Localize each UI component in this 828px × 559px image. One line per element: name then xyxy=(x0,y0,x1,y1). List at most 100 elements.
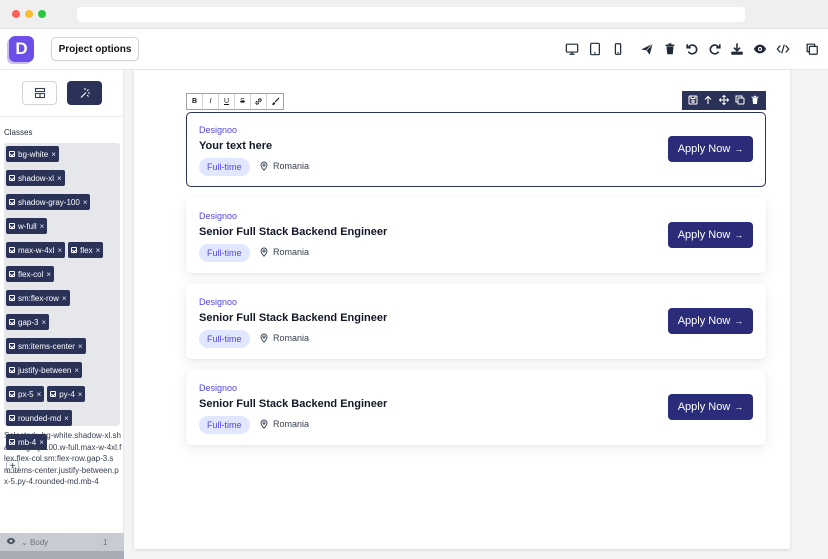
class-chip[interactable]: justify-between × xyxy=(6,362,83,378)
apply-now-button[interactable]: Apply Now → xyxy=(668,136,753,162)
bold-button[interactable]: B xyxy=(187,94,203,109)
chip-checkbox-icon[interactable] xyxy=(71,247,78,253)
location: Romania xyxy=(259,419,309,429)
apply-now-button[interactable]: Apply Now → xyxy=(668,394,753,420)
job-title[interactable]: Your text here xyxy=(199,140,272,152)
class-chip[interactable]: w-full × xyxy=(6,218,48,234)
class-chip[interactable]: sm:items-center × xyxy=(6,338,86,354)
apply-now-button[interactable]: Apply Now → xyxy=(668,222,753,248)
chip-checkbox-icon[interactable] xyxy=(50,391,57,397)
chip-checkbox-icon[interactable] xyxy=(9,247,15,253)
class-chip[interactable]: bg-white × xyxy=(6,146,59,162)
chip-checkbox-icon[interactable] xyxy=(9,271,15,277)
remove-chip-icon[interactable]: × xyxy=(51,150,56,159)
chip-label: flex xyxy=(80,245,93,255)
job-card[interactable]: Designoo Senior Full Stack Backend Engine… xyxy=(186,284,766,359)
underline-button[interactable]: U xyxy=(219,94,235,109)
chip-label: w-full xyxy=(18,221,37,231)
arrow-up-icon[interactable] xyxy=(703,92,713,110)
layout-tab[interactable] xyxy=(22,81,57,105)
chip-checkbox-icon[interactable] xyxy=(9,319,15,325)
send-icon[interactable] xyxy=(639,41,655,57)
remove-chip-icon[interactable]: × xyxy=(78,342,83,351)
caret-down-icon[interactable]: ⌄ xyxy=(21,538,28,547)
download-icon[interactable] xyxy=(729,41,745,57)
remove-chip-icon[interactable]: × xyxy=(83,198,88,207)
class-chip[interactable]: px-5 × xyxy=(6,386,45,402)
move-icon[interactable] xyxy=(718,92,730,110)
layer-name: Body xyxy=(29,538,49,547)
layer-row-body[interactable]: ⌄ Body 1 xyxy=(0,533,124,551)
minimize-window-dot[interactable] xyxy=(25,10,33,18)
remove-chip-icon[interactable]: × xyxy=(40,222,45,231)
chip-label: shadow-gray-100 xyxy=(18,197,80,207)
trash-icon[interactable] xyxy=(662,41,678,57)
chip-label: sm:items-center xyxy=(18,341,75,351)
location: Romania xyxy=(259,161,309,171)
save-icon[interactable] xyxy=(688,92,698,110)
clone-icon[interactable] xyxy=(735,92,745,110)
code-icon[interactable] xyxy=(775,41,791,57)
remove-chip-icon[interactable]: × xyxy=(46,270,51,279)
remove-chip-icon[interactable]: × xyxy=(57,174,62,183)
class-chip[interactable]: shadow-gray-100 × xyxy=(6,194,91,210)
delete-icon[interactable] xyxy=(750,92,760,110)
chip-checkbox-icon[interactable] xyxy=(9,295,15,301)
maximize-window-dot[interactable] xyxy=(38,10,46,18)
styles-tab[interactable] xyxy=(67,81,102,105)
brush-icon xyxy=(271,97,279,106)
class-chip[interactable]: flex × xyxy=(68,242,104,258)
project-options-button[interactable]: Project options xyxy=(51,37,139,61)
address-bar[interactable] xyxy=(77,7,745,22)
map-pin-icon xyxy=(260,419,268,429)
close-window-dot[interactable] xyxy=(12,10,20,18)
eye-icon[interactable] xyxy=(752,41,768,57)
remove-chip-icon[interactable]: × xyxy=(37,390,42,399)
chip-checkbox-icon[interactable] xyxy=(9,175,15,181)
class-chip[interactable]: shadow-xl × xyxy=(6,170,65,186)
chip-checkbox-icon[interactable] xyxy=(9,199,15,205)
class-chip[interactable]: py-4 × xyxy=(47,386,86,402)
link-button[interactable] xyxy=(251,94,267,109)
brush-button[interactable] xyxy=(267,94,283,109)
left-panel: Classes bg-white × shadow-xl × shadow-gray-1… xyxy=(0,70,124,559)
remove-chip-icon[interactable]: × xyxy=(41,318,46,327)
strikethrough-button[interactable]: S xyxy=(235,94,251,109)
class-chip[interactable]: rounded-md × xyxy=(6,410,72,426)
apply-now-button[interactable]: Apply Now → xyxy=(668,308,753,334)
job-card[interactable]: Designoo Senior Full Stack Backend Engine… xyxy=(186,198,766,273)
desktop-icon[interactable] xyxy=(564,41,580,57)
remove-chip-icon[interactable]: × xyxy=(74,366,79,375)
job-card[interactable]: Designoo Senior Full Stack Backend Engine… xyxy=(186,370,766,445)
remove-chip-icon[interactable]: × xyxy=(64,414,69,423)
layer-row-selected[interactable] xyxy=(0,551,124,559)
undo-icon[interactable] xyxy=(684,41,700,57)
chip-checkbox-icon[interactable] xyxy=(9,415,15,421)
copy-icon[interactable] xyxy=(804,41,820,57)
chip-checkbox-icon[interactable] xyxy=(9,223,15,229)
remove-chip-icon[interactable]: × xyxy=(96,246,101,255)
layer-visibility-eye-icon[interactable] xyxy=(6,536,16,548)
tablet-icon[interactable] xyxy=(587,41,603,57)
mobile-icon[interactable] xyxy=(610,41,626,57)
remove-chip-icon[interactable]: × xyxy=(78,390,83,399)
remove-chip-icon[interactable]: × xyxy=(62,294,67,303)
class-chip[interactable]: sm:flex-row × xyxy=(6,290,70,306)
layout-icon xyxy=(34,87,45,99)
map-pin-icon xyxy=(260,161,268,171)
redo-icon[interactable] xyxy=(707,41,723,57)
remove-chip-icon[interactable]: × xyxy=(57,246,62,255)
component-toolbar xyxy=(682,91,766,110)
chip-checkbox-icon[interactable] xyxy=(9,367,15,373)
italic-button[interactable]: I xyxy=(203,94,219,109)
class-chip[interactable]: flex-col × xyxy=(6,266,55,282)
chip-label: max-w-4xl xyxy=(18,245,55,255)
chip-checkbox-icon[interactable] xyxy=(9,391,15,397)
app-topbar: D Project options xyxy=(0,29,828,70)
class-chip[interactable]: gap-3 × xyxy=(6,314,50,330)
class-chip[interactable]: max-w-4xl × xyxy=(6,242,66,258)
job-card-selected[interactable]: Designoo Your text here Full-time Romania Ap… xyxy=(186,112,766,187)
map-pin-icon xyxy=(260,247,268,257)
chip-checkbox-icon[interactable] xyxy=(9,151,15,157)
chip-checkbox-icon[interactable] xyxy=(9,343,15,349)
